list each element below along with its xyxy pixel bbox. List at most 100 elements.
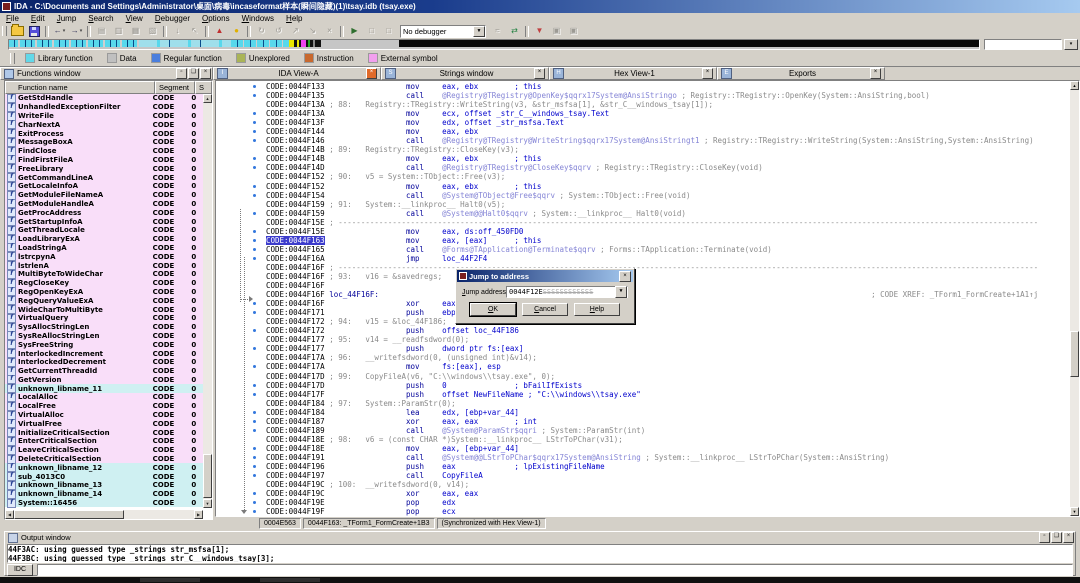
function-row[interactable]: fLoadStringACODE0: [5, 244, 203, 253]
cancel-debug-icon[interactable]: ×: [322, 24, 338, 38]
listing-line[interactable]: CODE:0044F16F loc_44F16F: ; CODE XREF: _…: [216, 290, 1071, 299]
function-row[interactable]: fLocalAllocCODE0: [5, 393, 203, 402]
step-into-icon[interactable]: ↻: [254, 24, 270, 38]
listing-line[interactable]: CODE:0044F197 call CopyFileA: [216, 471, 1071, 480]
function-row[interactable]: fFreeLibraryCODE0: [5, 164, 203, 173]
stop-process-icon[interactable]: □: [381, 24, 397, 38]
function-row[interactable]: fLocalFreeCODE0: [5, 402, 203, 411]
functions-horizontal-scrollbar[interactable]: ◀ ▶: [5, 510, 203, 519]
save-icon[interactable]: [27, 24, 43, 38]
output-log[interactable]: 44F3AC: using guessed type _strings str_…: [7, 544, 1073, 563]
function-row[interactable]: fWideCharToMultiByteCODE0: [5, 305, 203, 314]
listing-line[interactable]: CODE:0044F19C xor eax, eax: [216, 489, 1071, 498]
menu-item-help[interactable]: Help: [280, 14, 308, 23]
tab-exports[interactable]: EExports×: [717, 67, 885, 80]
function-row[interactable]: fGetModuleHandleACODE0: [5, 200, 203, 209]
function-row[interactable]: fGetCurrentThreadIdCODE0: [5, 367, 203, 376]
function-row[interactable]: fEnterCriticalSectionCODE0: [5, 437, 203, 446]
column-header-function-name[interactable]: Function name: [5, 81, 155, 94]
function-row[interactable]: fVirtualQueryCODE0: [5, 314, 203, 323]
listing-line[interactable]: CODE:0044F14B mov eax, ebx ; this: [216, 154, 1071, 163]
function-row[interactable]: fFindFirstFileACODE0: [5, 156, 203, 165]
column-header-segment[interactable]: Segment: [155, 81, 195, 94]
function-row[interactable]: funknown_libname_14CODE0: [5, 490, 203, 499]
cursor-icon[interactable]: ↖: [187, 24, 203, 38]
function-row[interactable]: fDeleteCriticalSectionCODE0: [5, 455, 203, 464]
menu-item-edit[interactable]: Edit: [25, 14, 51, 23]
listing-line[interactable]: CODE:0044F13A ; 88: Registry::TRegistry:…: [216, 100, 1071, 109]
output-close-button[interactable]: ×: [1063, 532, 1074, 543]
menu-item-search[interactable]: Search: [82, 14, 119, 23]
listing-line[interactable]: CODE:0044F159 call @System@@Halt0$qqrv ;…: [216, 209, 1071, 218]
tab-hex-view-1[interactable]: HHex View-1×: [549, 67, 717, 80]
combo-dropdown-icon[interactable]: ▼: [473, 26, 485, 37]
listing-line[interactable]: CODE:0044F163 mov eax, [eax] ; this: [216, 236, 1071, 245]
function-row[interactable]: flstrcpynACODE0: [5, 252, 203, 261]
listing-line[interactable]: CODE:0044F16F: [216, 281, 1071, 290]
listing-line[interactable]: CODE:0044F17F push offset NewFileName ; …: [216, 390, 1071, 399]
function-row[interactable]: fVirtualAllocCODE0: [5, 411, 203, 420]
title-bar[interactable]: IDA - C:\Documents and Settings\Administ…: [0, 0, 1080, 13]
listing-line[interactable]: CODE:0044F18E ; 98: v6 = (const CHAR *)S…: [216, 435, 1071, 444]
listing-line[interactable]: CODE:0044F13F mov edx, offset _str_msfsa…: [216, 118, 1071, 127]
scroll-down-icon[interactable]: ▼: [1070, 507, 1079, 516]
function-row[interactable]: fExitProcessCODE0: [5, 129, 203, 138]
listing-line[interactable]: CODE:0044F152 ; 90: v5 = System::TObject…: [216, 172, 1071, 181]
idc-button[interactable]: IDC: [7, 564, 33, 576]
listing-line[interactable]: CODE:0044F171 push ebp: [216, 308, 1071, 317]
listing-line[interactable]: CODE:0044F16F xor eax, eax: [216, 299, 1071, 308]
ok-button[interactable]: OK: [470, 303, 516, 316]
tab-ida-view-a[interactable]: IIDA View-A×: [213, 67, 381, 80]
function-row[interactable]: fGetCommandLineACODE0: [5, 173, 203, 182]
listing-line[interactable]: CODE:0044F184 lea edx, [ebp+var_44]: [216, 408, 1071, 417]
disasm-vertical-scrollbar[interactable]: ▲ ▼: [1070, 81, 1079, 516]
function-row[interactable]: flstrlenACODE0: [5, 261, 203, 270]
help-button[interactable]: Help: [574, 303, 620, 316]
dialog-titlebar[interactable]: Jump to address ×: [457, 270, 633, 282]
function-row[interactable]: fLoadLibraryExACODE0: [5, 235, 203, 244]
functions-restore-button[interactable]: ▫: [176, 68, 187, 79]
function-row[interactable]: funknown_libname_11CODE0: [5, 384, 203, 393]
jump-down-icon[interactable]: ↓: [170, 24, 186, 38]
nav-band-icon[interactable]: ▲: [212, 24, 228, 38]
listing-line[interactable]: CODE:0044F14D call @Registry@TRegistry@C…: [216, 163, 1071, 172]
step-over-icon[interactable]: ↺: [271, 24, 287, 38]
functions-vertical-scrollbar[interactable]: ▲ ▼: [203, 94, 212, 508]
start-process-icon[interactable]: ▶: [347, 24, 363, 38]
listing-line[interactable]: CODE:0044F14B ; 89: Registry::TRegistry:…: [216, 145, 1071, 154]
scroll-thumb[interactable]: [1070, 331, 1079, 377]
debugger-select[interactable]: No debugger▼: [400, 25, 486, 38]
run-to-cursor-icon[interactable]: ↘: [305, 24, 321, 38]
combo-dropdown-icon[interactable]: ▼: [615, 286, 627, 298]
menu-item-file[interactable]: File: [0, 14, 25, 23]
listing-line[interactable]: CODE:0044F172 ; 94: v15 = &loc_44F186;: [216, 317, 1071, 326]
listing-line[interactable]: CODE:0044F177 ; 95: v14 = __readfsdword(…: [216, 335, 1071, 344]
function-row[interactable]: fRegOpenKeyExACODE0: [5, 288, 203, 297]
listing-line[interactable]: CODE:0044F184 ; 97: System::ParamStr(0);: [216, 399, 1071, 408]
function-row[interactable]: fsub_4013C0CODE0: [5, 472, 203, 481]
scroll-down-icon[interactable]: ▼: [203, 499, 212, 508]
function-row[interactable]: fGetProcAddressCODE0: [5, 208, 203, 217]
command-input[interactable]: [37, 564, 1073, 576]
function-row[interactable]: fInterlockedDecrementCODE0: [5, 358, 203, 367]
function-row[interactable]: fInterlockedIncrementCODE0: [5, 349, 203, 358]
tab-close-icon[interactable]: ×: [366, 68, 377, 79]
scroll-left-icon[interactable]: ◀: [5, 510, 14, 519]
script-icon[interactable]: ▣: [549, 24, 565, 38]
menu-item-jump[interactable]: Jump: [51, 14, 83, 23]
listing-line[interactable]: CODE:0044F17D ; 99: CopyFileA(v6, "C:\\w…: [216, 372, 1071, 381]
listing-line[interactable]: CODE:0044F177 push dword ptr fs:[eax]: [216, 344, 1071, 353]
tab-close-icon[interactable]: ×: [702, 68, 713, 79]
listing-line[interactable]: CODE:0044F144 mov eax, ebx: [216, 127, 1071, 136]
listing-line[interactable]: CODE:0044F152 mov eax, ebx ; this: [216, 182, 1071, 191]
tab-strings-window[interactable]: SStrings window×: [381, 67, 549, 80]
function-row[interactable]: fUnhandledExceptionFilterCODE0: [5, 103, 203, 112]
scroll-right-icon[interactable]: ▶: [194, 510, 203, 519]
function-row[interactable]: fCharNextACODE0: [5, 120, 203, 129]
function-row[interactable]: fSysReAllocStringLenCODE0: [5, 332, 203, 341]
functions-window-titlebar[interactable]: Functions window ▫ ❏ ×: [0, 67, 213, 80]
copy-icon[interactable]: ▤: [94, 24, 110, 38]
listing-line[interactable]: CODE:0044F191 call @System@@LStrToPChar$…: [216, 453, 1071, 462]
function-row[interactable]: fSysAllocStringLenCODE0: [5, 323, 203, 332]
listing-line[interactable]: CODE:0044F146 call @Registry@TRegistry@W…: [216, 136, 1071, 145]
